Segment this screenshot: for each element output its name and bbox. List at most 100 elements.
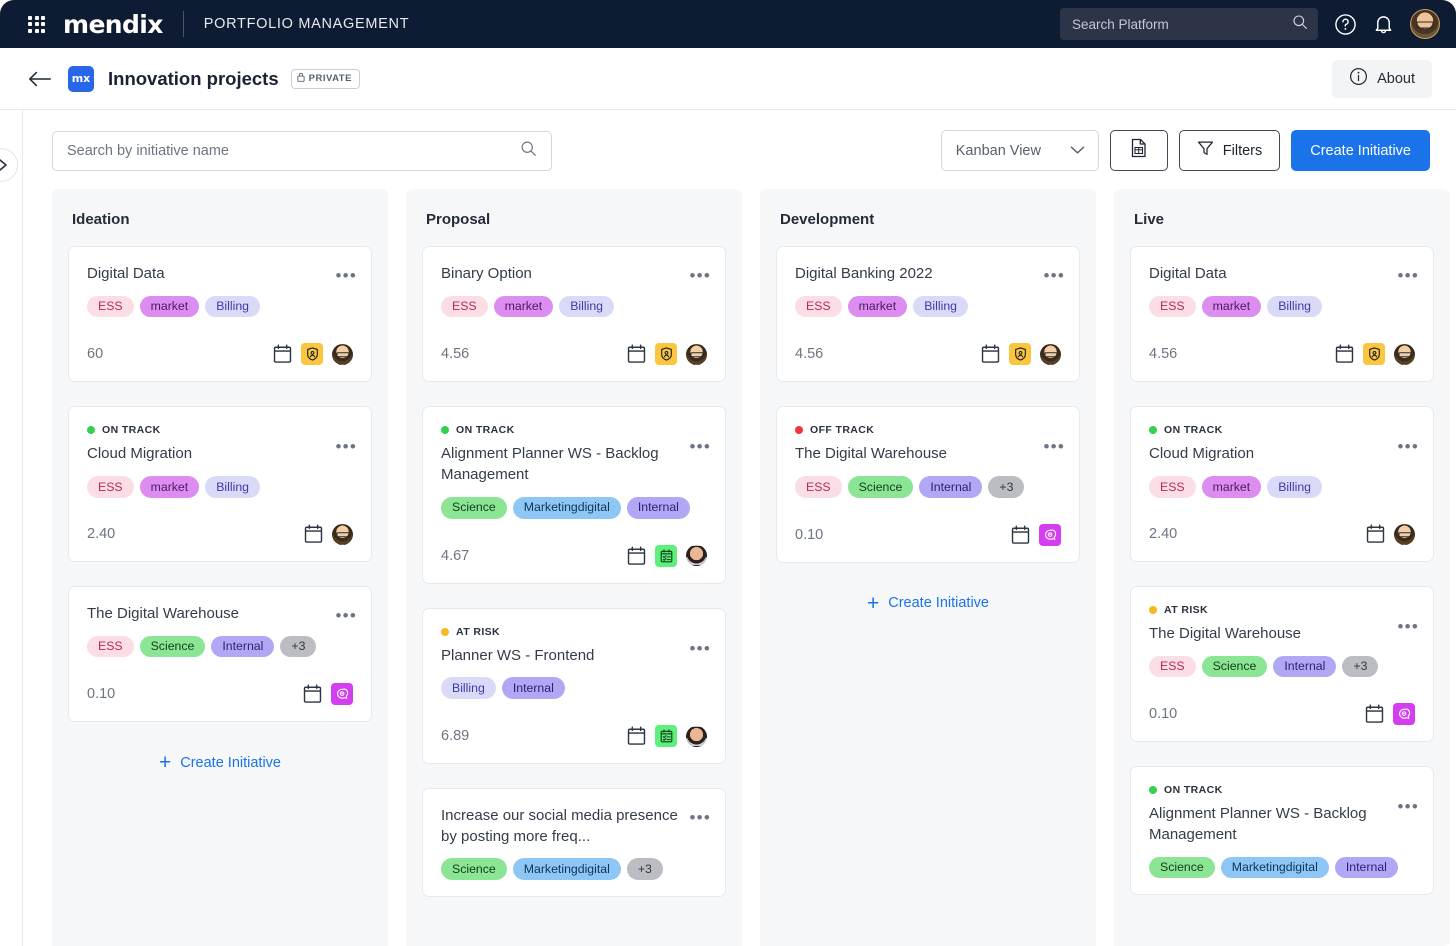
card-menu-icon[interactable]: ••• [336,607,357,624]
tag-chip[interactable]: Science [441,858,507,880]
tag-chip[interactable]: Internal [211,636,274,658]
tag-chip[interactable]: ESS [795,296,842,318]
calendar-icon[interactable] [273,344,292,364]
calendar-icon[interactable] [1366,524,1385,544]
calendar-icon[interactable] [627,344,646,364]
tag-chip[interactable]: Internal [627,497,690,519]
about-button[interactable]: About [1332,60,1432,98]
tag-chip[interactable]: ESS [1149,296,1196,318]
tag-chip[interactable]: Internal [502,677,565,699]
tag-chip[interactable]: ESS [87,476,134,498]
app-switcher-icon[interactable] [28,16,45,33]
tag-chip[interactable]: Billing [913,296,968,318]
initiative-card[interactable]: •••Digital DataESSmarketBilling60 [68,246,372,382]
shield-badge-icon[interactable] [1363,343,1385,365]
tag-chip[interactable]: market [1202,296,1262,318]
assignee-avatar[interactable] [1394,524,1415,545]
tag-chip[interactable]: Billing [1267,476,1322,498]
assignee-avatar[interactable] [332,344,353,365]
initiative-card[interactable]: •••ON TRACKCloud MigrationESSmarketBilli… [68,406,372,561]
assignee-avatar[interactable] [686,726,707,747]
create-initiative-button[interactable]: Create Initiative [1291,130,1430,171]
card-menu-icon[interactable]: ••• [1398,267,1419,284]
tag-chip[interactable]: Marketingdigital [513,858,621,880]
brain-badge-icon[interactable] [1393,703,1415,725]
tag-chip[interactable]: ESS [1149,476,1196,498]
tag-chip[interactable]: Science [1202,656,1268,678]
tag-overflow-count[interactable]: +3 [280,636,316,658]
initiative-card[interactable]: •••Digital DataESSmarketBilling4.56 [1130,246,1434,382]
tag-chip[interactable]: Billing [441,677,496,699]
tag-chip[interactable]: market [140,476,200,498]
tag-chip[interactable]: Science [140,636,206,658]
tag-chip[interactable]: market [494,296,554,318]
shield-badge-icon[interactable] [301,343,323,365]
tag-chip[interactable]: ESS [87,636,134,658]
initiative-card[interactable]: •••ON TRACKAlignment Planner WS - Backlo… [1130,766,1434,895]
initiative-card[interactable]: •••ON TRACKAlignment Planner WS - Backlo… [422,406,726,583]
platform-search[interactable] [1060,8,1318,40]
tag-chip[interactable]: Internal [919,476,982,498]
tag-overflow-count[interactable]: +3 [627,858,663,880]
tag-chip[interactable]: Billing [1267,296,1322,318]
tag-chip[interactable]: ESS [441,296,488,318]
initiative-card[interactable]: •••Increase our social media presence by… [422,788,726,897]
tag-chip[interactable]: Billing [205,476,260,498]
tag-chip[interactable]: ESS [87,296,134,318]
card-menu-icon[interactable]: ••• [336,438,357,455]
tag-chip[interactable]: market [1202,476,1262,498]
tag-chip[interactable]: Internal [1335,857,1398,879]
tag-chip[interactable]: ESS [1149,656,1196,678]
tag-overflow-count[interactable]: +3 [988,476,1024,498]
tag-chip[interactable]: Billing [559,296,614,318]
brain-badge-icon[interactable] [331,683,353,705]
calendar-icon[interactable] [1335,344,1354,364]
tag-chip[interactable]: ESS [795,476,842,498]
checklist-badge-icon[interactable] [655,545,677,567]
tag-overflow-count[interactable]: +3 [1342,656,1378,678]
notifications-bell-icon[interactable] [1373,13,1394,36]
tag-chip[interactable]: market [140,296,200,318]
card-menu-icon[interactable]: ••• [1398,618,1419,635]
tag-chip[interactable]: Science [441,497,507,519]
tag-chip[interactable]: Internal [1273,656,1336,678]
card-menu-icon[interactable]: ••• [690,640,711,657]
back-arrow-icon[interactable] [28,70,52,88]
create-initiative-link[interactable]: +Create Initiative [68,746,372,777]
card-menu-icon[interactable]: ••• [1398,438,1419,455]
initiative-card[interactable]: •••The Digital WarehouseESSScienceIntern… [68,586,372,722]
initiative-card[interactable]: •••Binary OptionESSmarketBilling4.56 [422,246,726,382]
card-menu-icon[interactable]: ••• [1044,438,1065,455]
search-platform-input[interactable] [1072,17,1292,32]
initiative-card[interactable]: •••OFF TRACKThe Digital WarehouseESSScie… [776,406,1080,562]
tag-chip[interactable]: Marketingdigital [1221,857,1329,879]
assignee-avatar[interactable] [1040,344,1061,365]
assignee-avatar[interactable] [332,524,353,545]
calendar-icon[interactable] [627,726,646,746]
initiative-card[interactable]: •••AT RISKPlanner WS - FrontendBillingIn… [422,608,726,764]
search-initiative-input[interactable] [67,143,520,159]
checklist-badge-icon[interactable] [655,725,677,747]
calendar-icon[interactable] [304,524,323,544]
shield-badge-icon[interactable] [1009,343,1031,365]
assignee-avatar[interactable] [1394,344,1415,365]
calendar-icon[interactable] [303,684,322,704]
tag-chip[interactable]: market [848,296,908,318]
tag-chip[interactable]: Science [848,476,914,498]
mendix-logo[interactable]: mendix [63,10,163,39]
card-menu-icon[interactable]: ••• [690,438,711,455]
initiative-card[interactable]: •••Digital Banking 2022ESSmarketBilling4… [776,246,1080,382]
view-mode-select[interactable]: Kanban View [941,130,1099,171]
card-menu-icon[interactable]: ••• [690,809,711,826]
card-menu-icon[interactable]: ••• [1398,798,1419,815]
assignee-avatar[interactable] [686,545,707,566]
calendar-icon[interactable] [981,344,1000,364]
help-icon[interactable] [1334,13,1357,36]
create-initiative-link[interactable]: +Create Initiative [776,587,1080,618]
brain-badge-icon[interactable] [1039,524,1061,546]
tag-chip[interactable]: Science [1149,857,1215,879]
card-menu-icon[interactable]: ••• [336,267,357,284]
tag-chip[interactable]: Marketingdigital [513,497,621,519]
calendar-icon[interactable] [627,546,646,566]
filters-button[interactable]: Filters [1179,130,1280,171]
